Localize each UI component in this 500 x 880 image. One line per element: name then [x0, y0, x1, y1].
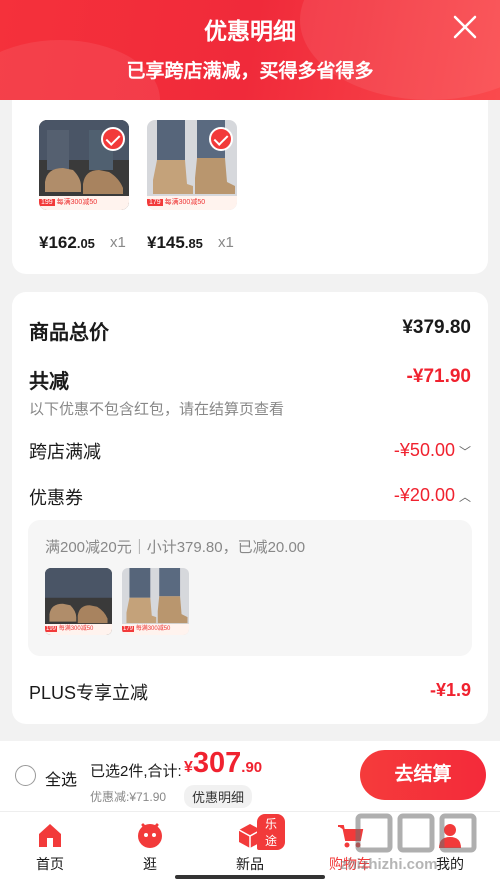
tab-badge: 乐途 — [257, 814, 285, 850]
coupon-value: -¥20.00 — [393, 485, 455, 505]
selected-summary: 已选2件,合计: — [90, 763, 182, 780]
price-tag: 179 每满300减50 — [147, 196, 237, 210]
header: 优惠明细 已享跨店满减，买得多省得多 — [0, 0, 500, 100]
saved-amount: 优惠减:¥71.90 — [90, 790, 167, 804]
select-all-radio[interactable] — [15, 765, 36, 786]
page-subtitle: 已享跨店满减，买得多省得多 — [126, 61, 374, 82]
cross-store-label: 跨店满减 — [29, 442, 101, 462]
product-thumbnail[interactable]: 179 每满300减50 — [147, 120, 237, 210]
goods-total-label: 商品总价 — [29, 322, 109, 344]
plus-value: -¥1.9 — [429, 680, 471, 700]
product-quantity: x1 — [110, 234, 126, 251]
tab-cart[interactable]: 购物车 — [315, 820, 385, 874]
chevron-down-icon: ﹀ — [458, 444, 471, 459]
checkmark-icon — [101, 127, 125, 151]
price-tag: 199 每满300减50 — [45, 624, 112, 635]
select-all-label[interactable]: 全选 — [45, 766, 77, 790]
coupon-product-thumbnail: 179 每满300减50 — [122, 568, 189, 635]
reduction-label: 共减 — [29, 371, 69, 393]
reduction-note: 以下优惠不包含红包，请在结算页查看 — [29, 401, 285, 418]
coupon-detail-panel: 满200减20元｜小计379.80，已减20.00 199 每满300减50 1… — [28, 520, 472, 656]
product-price: ¥145.85 — [147, 233, 203, 252]
checkout-button[interactable]: 去结算 — [360, 750, 486, 800]
cross-store-value: -¥50.00 — [393, 440, 455, 460]
checkmark-icon — [209, 127, 233, 151]
cross-store-row[interactable]: -¥50.00 ﹀ — [394, 440, 471, 461]
tab-profile[interactable]: 我的 — [415, 820, 485, 874]
goods-total-value: ¥379.80 — [402, 317, 471, 338]
coupon-product-thumbnail: 199 每满300减50 — [45, 568, 112, 635]
chevron-up-icon: ︿ — [458, 489, 471, 504]
product-thumbnail[interactable]: 199 每满300减50 — [39, 120, 129, 210]
coupon-label: 优惠券 — [29, 488, 83, 508]
selected-products-card: 199 每满300减50 179 每满300减50 ¥162.05 x1 ¥14… — [12, 100, 488, 274]
coupon-detail-text: 满200减20元｜小计379.80，已减20.00 — [45, 539, 306, 556]
tab-browse[interactable]: 逛 — [115, 820, 185, 874]
discount-summary-card: 商品总价 ¥379.80 共减 -¥71.90 以下优惠不包含红包，请在结算页查… — [12, 292, 488, 724]
price-tag: 199 每满300减50 — [39, 196, 129, 210]
home-indicator — [175, 875, 325, 879]
home-icon — [39, 824, 61, 847]
reduction-value: -¥71.90 — [406, 366, 471, 387]
close-icon[interactable] — [452, 14, 478, 40]
total-price: ¥307.90 — [184, 747, 263, 779]
cart-icon — [338, 825, 364, 848]
mascot-icon — [138, 823, 162, 848]
tab-new[interactable]: 乐途 新品 — [215, 814, 285, 874]
profile-icon — [439, 824, 461, 848]
coupon-row[interactable]: -¥20.00 ︿ — [394, 485, 471, 506]
discount-detail-button[interactable]: 优惠明细 — [184, 785, 253, 808]
tab-home[interactable]: 首页 — [15, 820, 85, 874]
price-tag: 179 每满300减50 — [122, 624, 189, 635]
plus-label: PLUS专享立减 — [29, 683, 149, 703]
page-title: 优惠明细 — [204, 18, 296, 44]
tab-bar: 首页 逛 乐途 新品 购物车 我的 — [0, 811, 500, 880]
checkout-bar: 全选 已选2件,合计: ¥307.90 优惠减:¥71.90 优惠明细 去结算 — [0, 741, 500, 811]
product-price: ¥162.05 — [39, 233, 95, 252]
product-quantity: x1 — [218, 234, 234, 251]
